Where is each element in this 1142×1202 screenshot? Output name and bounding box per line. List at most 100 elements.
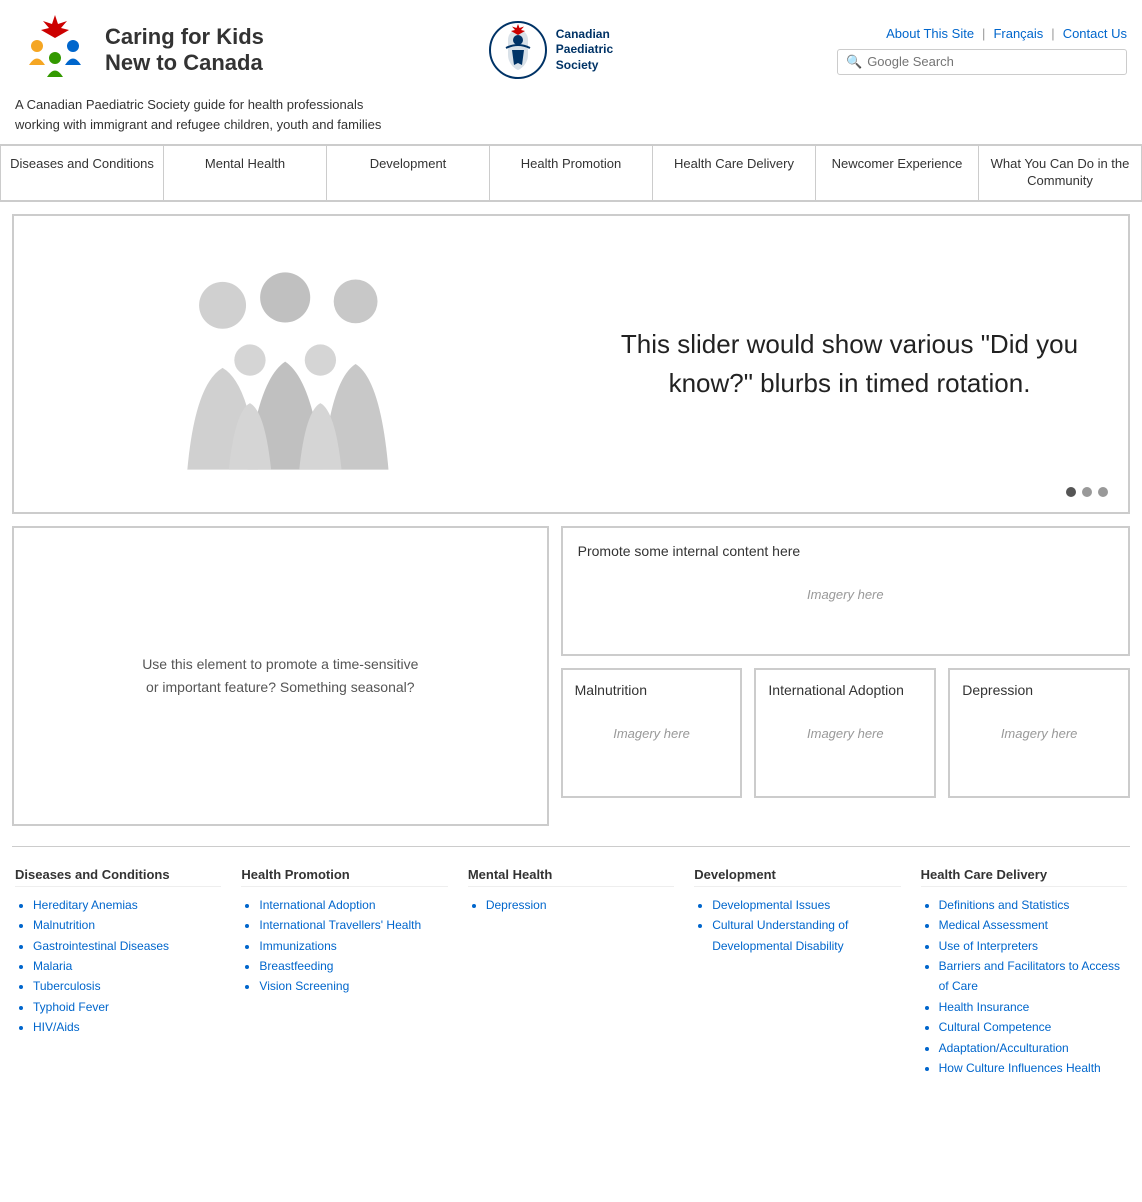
footer-diseases-list: Hereditary Anemias Malnutrition Gastroin… [15, 895, 221, 1038]
header: Caring for KidsNew to Canada Canadian Pa… [0, 0, 1142, 95]
footer-col-health-care-delivery: Health Care Delivery Definitions and Sta… [921, 867, 1127, 1079]
cps-logo: Canadian Paediatric Society [488, 20, 613, 80]
sep1: | [982, 26, 985, 41]
header-right: About This Site | Français | Contact Us … [837, 26, 1127, 75]
list-item[interactable]: Cultural Competence [939, 1017, 1127, 1037]
search-input[interactable] [867, 54, 1118, 69]
sep2: | [1051, 26, 1054, 41]
search-box: 🔍 [837, 49, 1127, 75]
footer-development-list: Developmental Issues Cultural Understand… [694, 895, 900, 956]
cps-name-line1: Canadian [556, 27, 610, 41]
cps-name-line3: Society [556, 58, 599, 72]
card-depression-imagery: Imagery here [962, 706, 1116, 761]
list-item[interactable]: Developmental Issues [712, 895, 900, 915]
list-item[interactable]: Typhoid Fever [33, 997, 221, 1017]
footer-diseases-heading: Diseases and Conditions [15, 867, 221, 887]
list-item[interactable]: Health Insurance [939, 997, 1127, 1017]
promo-right: Promote some internal content here Image… [561, 526, 1130, 826]
footer-col-health-promotion: Health Promotion International Adoption … [241, 867, 447, 1079]
list-item[interactable]: Immunizations [259, 936, 447, 956]
promo-top-title: Promote some internal content here [578, 543, 1113, 559]
dot-1[interactable] [1066, 487, 1076, 497]
footer-col-development: Development Developmental Issues Cultura… [694, 867, 900, 1079]
nav-item-development[interactable]: Development [327, 146, 490, 200]
list-item[interactable]: Breastfeeding [259, 956, 447, 976]
card-international-adoption-title: International Adoption [768, 682, 922, 698]
promo-cards: Malnutrition Imagery here International … [561, 668, 1130, 798]
search-icon: 🔍 [846, 54, 862, 70]
nav-item-community[interactable]: What You Can Do in the Community [979, 146, 1142, 200]
site-logo-icon [15, 10, 95, 90]
list-item[interactable]: International Adoption [259, 895, 447, 915]
nav-item-diseases[interactable]: Diseases and Conditions [0, 146, 164, 200]
cps-logo-icon [488, 20, 548, 80]
card-international-adoption-imagery: Imagery here [768, 706, 922, 761]
list-item[interactable]: Definitions and Statistics [939, 895, 1127, 915]
list-item[interactable]: Hereditary Anemias [33, 895, 221, 915]
card-malnutrition[interactable]: Malnutrition Imagery here [561, 668, 743, 798]
francais-link[interactable]: Français [993, 26, 1043, 41]
footer-col-mental-health: Mental Health Depression [468, 867, 674, 1079]
main-nav: Diseases and Conditions Mental Health De… [0, 144, 1142, 202]
list-item[interactable]: Adaptation/Acculturation [939, 1038, 1127, 1058]
tagline: A Canadian Paediatric Society guide for … [0, 95, 1142, 144]
dot-3[interactable] [1098, 487, 1108, 497]
nav-item-newcomer-experience[interactable]: Newcomer Experience [816, 146, 979, 200]
nav-item-health-promotion[interactable]: Health Promotion [490, 146, 653, 200]
list-item[interactable]: Medical Assessment [939, 915, 1127, 935]
footer-mental-health-heading: Mental Health [468, 867, 674, 887]
slider-image [14, 216, 571, 512]
cps-logo-text: Canadian Paediatric Society [556, 27, 613, 74]
card-depression-title: Depression [962, 682, 1116, 698]
slider-text: This slider would show various "Did you … [571, 305, 1128, 423]
list-item[interactable]: Barriers and Facilitators to Access of C… [939, 956, 1127, 997]
footer-development-heading: Development [694, 867, 900, 887]
list-item[interactable]: Use of Interpreters [939, 936, 1127, 956]
footer-col-diseases: Diseases and Conditions Hereditary Anemi… [15, 867, 221, 1079]
footer-health-promotion-heading: Health Promotion [241, 867, 447, 887]
promo-left-text: Use this element to promote a time-sensi… [142, 653, 418, 698]
card-malnutrition-imagery: Imagery here [575, 706, 729, 761]
card-malnutrition-title: Malnutrition [575, 682, 729, 698]
slider-inner: This slider would show various "Did you … [14, 216, 1128, 512]
tagline-line2: working with immigrant and refugee child… [15, 117, 381, 132]
list-item[interactable]: Depression [486, 895, 674, 915]
list-item[interactable]: International Travellers' Health [259, 915, 447, 935]
list-item[interactable]: Tuberculosis [33, 976, 221, 996]
site-name-line2: New to Canada [105, 50, 263, 75]
footer-health-care-delivery-list: Definitions and Statistics Medical Asses… [921, 895, 1127, 1079]
footer-mental-health-list: Depression [468, 895, 674, 915]
list-item[interactable]: Vision Screening [259, 976, 447, 996]
header-top-links: About This Site | Français | Contact Us [886, 26, 1127, 41]
nav-item-health-care-delivery[interactable]: Health Care Delivery [653, 146, 816, 200]
cps-name-line2: Paediatric [556, 42, 613, 56]
list-item[interactable]: Malaria [33, 956, 221, 976]
footer-health-care-delivery-heading: Health Care Delivery [921, 867, 1127, 887]
list-item[interactable]: Malnutrition [33, 915, 221, 935]
dot-2[interactable] [1082, 487, 1092, 497]
list-item[interactable]: Gastrointestinal Diseases [33, 936, 221, 956]
tagline-line1: A Canadian Paediatric Society guide for … [15, 97, 363, 112]
card-depression[interactable]: Depression Imagery here [948, 668, 1130, 798]
nav-item-mental-health[interactable]: Mental Health [164, 146, 327, 200]
promo-top-imagery: Imagery here [578, 567, 1113, 622]
footer-health-promotion-list: International Adoption International Tra… [241, 895, 447, 997]
header-left: Caring for KidsNew to Canada [15, 10, 264, 90]
about-link[interactable]: About This Site [886, 26, 974, 41]
content-area: Use this element to promote a time-sensi… [12, 526, 1130, 826]
list-item[interactable]: Cultural Understanding of Developmental … [712, 915, 900, 956]
site-logo-text: Caring for KidsNew to Canada [105, 24, 264, 77]
list-item[interactable]: HIV/Aids [33, 1017, 221, 1037]
site-name-line1: Caring for Kids [105, 24, 264, 49]
promo-left-line2: or important feature? Something seasonal… [146, 679, 415, 695]
promo-top-box: Promote some internal content here Image… [561, 526, 1130, 656]
list-item[interactable]: How Culture Influences Health [939, 1058, 1127, 1078]
promo-left-line1: Use this element to promote a time-sensi… [142, 656, 418, 672]
header-center: Canadian Paediatric Society [488, 20, 613, 80]
contact-link[interactable]: Contact Us [1063, 26, 1127, 41]
people-silhouette-icon [113, 234, 473, 494]
card-international-adoption[interactable]: International Adoption Imagery here [754, 668, 936, 798]
footer: Diseases and Conditions Hereditary Anemi… [0, 847, 1142, 1099]
promo-left: Use this element to promote a time-sensi… [12, 526, 549, 826]
slider-dots [1066, 487, 1108, 497]
